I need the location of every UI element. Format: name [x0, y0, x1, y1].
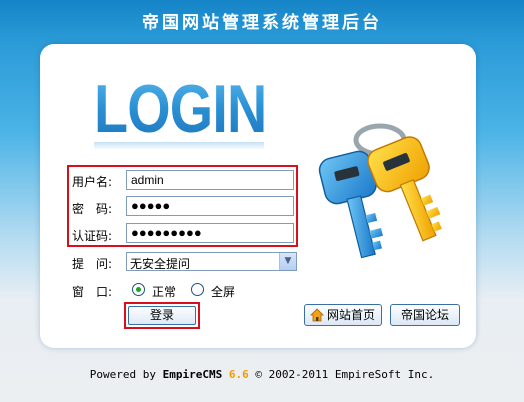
house-icon [310, 308, 324, 322]
window-normal-label[interactable]: 正常 [152, 283, 176, 300]
captcha-label: 认证码: [72, 229, 113, 243]
footer-prefix: Powered by [89, 368, 163, 381]
password-input[interactable]: ●●●●● [126, 196, 294, 216]
window-fullscreen-label[interactable]: 全屏 [211, 283, 235, 300]
security-question-value: 无安全提问 [130, 257, 191, 271]
window-normal-radio[interactable] [132, 283, 145, 296]
username-input[interactable]: admin [126, 170, 294, 190]
login-button[interactable]: 登录 [128, 306, 196, 325]
footer-copyright: © 2002-2011 EmpireSoft Inc. [248, 368, 435, 381]
password-label: 密 码: [72, 202, 113, 216]
page-title: 帝国网站管理系统管理后台 [142, 13, 382, 33]
question-label: 提 问: [72, 257, 113, 271]
footer-credits: Powered by EmpireCMS 6.6 © 2002-2011 Emp… [0, 368, 524, 381]
login-logo: LOGIN [94, 71, 267, 147]
forum-button[interactable]: 帝国论坛 [390, 304, 460, 326]
logo-reflection [94, 142, 264, 150]
chevron-down-icon[interactable]: ▼ [279, 253, 296, 270]
footer-product: EmpireCMS [162, 368, 223, 381]
login-button-highlight: 登录 [124, 302, 200, 329]
forum-label: 帝国论坛 [400, 308, 449, 322]
site-home-button[interactable]: 网站首页 [304, 304, 382, 326]
site-home-label: 网站首页 [327, 308, 376, 322]
security-question-select[interactable]: 无安全提问 ▼ [126, 252, 297, 271]
window-label: 窗 口: [72, 285, 113, 299]
keys-icon [318, 123, 442, 259]
captcha-input[interactable]: ●●●●●●●●● [126, 223, 294, 243]
username-label: 用户名: [72, 175, 113, 189]
footer-version: 6.6 [228, 368, 249, 381]
window-fullscreen-radio[interactable] [191, 283, 204, 296]
